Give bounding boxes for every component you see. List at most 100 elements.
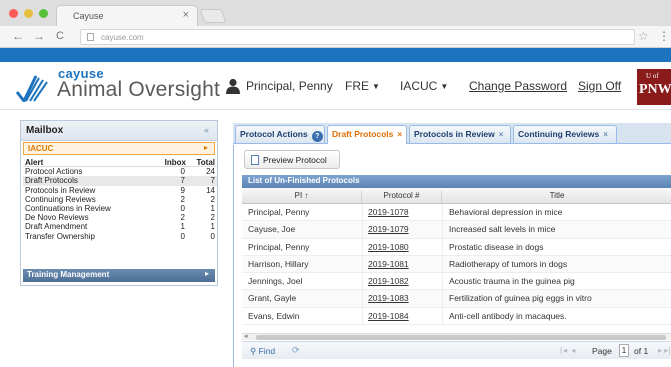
browser-tab-close-icon[interactable]: × [183,9,189,21]
alert-inbox: 2 [180,213,185,223]
university-logo-top: U of [646,72,659,80]
alert-table-header: Alert Inbox Total [23,158,217,168]
refresh-icon[interactable]: ⟳ [292,345,300,356]
training-management-label: Training Management [27,270,110,279]
pi-cell: Cayuse, Joe [248,224,296,235]
tab-close-icon[interactable]: × [397,130,402,139]
browser-menu-icon[interactable]: ⋮ [658,29,670,43]
tab-label: Protocol Actions [240,129,308,139]
pi-cell: Evans, Edwin [248,310,300,321]
scroll-left-icon[interactable]: ◂ [244,332,248,340]
minimize-window-button[interactable] [24,9,33,18]
page-icon [87,33,94,41]
alert-name: Protocol Actions [25,167,83,177]
grid-footer: ⚲ Find ⟳ |◂ ◂ Page 1 of 1 ▸ ▸| [242,341,671,359]
close-window-button[interactable] [9,9,18,18]
total-column-header: Total [196,158,215,167]
url-text: cayuse.com [101,33,144,42]
alert-inbox: 2 [180,194,185,204]
alert-name: Transfer Ownership [25,231,95,241]
table-row[interactable]: Jennings, Joel 2019-1082 Acoustic trauma… [242,273,671,291]
pager-first-prev-icon[interactable]: |◂ ◂ [560,346,576,355]
help-icon[interactable]: ? [311,131,323,142]
alert-total: 1 [210,203,215,213]
alert-row-draft-protocols[interactable]: Draft Protocols 7 7 [23,176,217,186]
preview-protocol-button[interactable]: Preview Protocol [244,150,340,169]
address-bar-row: ← → C cayuse.com ☆ ⋮ [0,26,671,48]
pi-cell: Principal, Penny [248,241,310,252]
pi-cell: Jennings, Joel [248,276,303,287]
scrollbar-thumb[interactable] [256,335,666,340]
protocol-column-header[interactable]: Protocol # [362,191,442,203]
mailbox-section-training[interactable]: Training Management ▸ [23,269,215,282]
browser-tab[interactable]: Cayuse × [56,5,198,26]
protocol-link[interactable]: 2019-1080 [368,239,409,256]
tab-protocol-actions[interactable]: Protocol Actions? [235,125,325,143]
fre-menu-label: FRE [345,79,369,93]
inbox-column-header: Inbox [164,158,186,167]
protocol-link[interactable]: 2019-1083 [368,290,409,307]
mailbox-section-iacuc[interactable]: IACUC ▸ [23,142,215,155]
horizontal-scrollbar[interactable]: ◂ [242,333,671,340]
title-cell: Prostatic disease in dogs [449,241,544,252]
iacuc-menu[interactable]: IACUC ▼ [400,79,448,93]
alert-table: Alert Inbox Total Protocol Actions 0 24 … [23,158,217,241]
table-row[interactable]: Principal, Penny 2019-1080 Prostatic dis… [242,238,671,256]
title-cell: Increased salt levels in mice [449,224,556,235]
table-row[interactable]: Cayuse, Joe 2019-1079 Increased salt lev… [242,221,671,239]
change-password-link[interactable]: Change Password [469,79,567,93]
alert-row-de-novo-reviews[interactable]: De Novo Reviews 2 2 [23,213,217,222]
new-tab-button[interactable] [199,9,227,23]
tab-continuing-reviews[interactable]: Continuing Reviews × [513,125,617,143]
pager-next-last-icon[interactable]: ▸ ▸| [658,346,670,355]
table-row[interactable]: Grant, Gayle 2019-1083 Fertilization of … [242,290,671,308]
user-name[interactable]: Principal, Penny [246,79,333,93]
mailbox-section-label: IACUC [28,144,54,153]
back-icon[interactable]: ← [12,29,24,43]
protocol-link[interactable]: 2019-1084 [368,308,409,325]
tab-close-icon[interactable]: × [499,130,504,139]
title-cell: Anti-cell antibody in macaques. [449,310,567,321]
table-row[interactable]: Harrison, Hillary 2019-1081 Radiotherapy… [242,255,671,274]
protocol-link[interactable]: 2019-1079 [368,221,409,238]
alert-row-transfer-ownership[interactable]: Transfer Ownership 0 0 [23,232,217,241]
url-input[interactable]: cayuse.com [80,29,635,45]
bookmark-star-icon[interactable]: ☆ [638,29,649,43]
maximize-window-button[interactable] [39,9,48,18]
reload-icon[interactable]: C [56,30,64,42]
alert-inbox: 1 [180,222,185,232]
tab-draft-protocols[interactable]: Draft Protocols × [327,125,407,144]
alert-row-protocol-actions[interactable]: Protocol Actions 0 24 [23,167,217,176]
alert-row-protocols-in-review[interactable]: Protocols in Review 9 14 [23,186,217,195]
alert-row-draft-amendment[interactable]: Draft Amendment 1 1 [23,222,217,231]
pi-cell: Harrison, Hillary [248,258,309,269]
find-label: Find [258,346,276,356]
alert-row-continuations-in-review[interactable]: Continuations in Review 0 1 [23,204,217,213]
alert-row-continuing-reviews[interactable]: Continuing Reviews 2 2 [23,195,217,204]
page-number-input[interactable]: 1 [619,344,629,357]
find-button[interactable]: ⚲ Find [250,346,275,357]
sign-off-link[interactable]: Sign Off [578,79,621,93]
collapse-icon[interactable]: « [204,125,209,135]
fre-menu[interactable]: FRE ▼ [345,79,380,93]
protocol-link[interactable]: 2019-1082 [368,273,409,290]
protocol-link[interactable]: 2019-1081 [368,256,409,273]
forward-icon[interactable]: → [33,29,45,43]
iacuc-menu-label: IACUC [400,79,438,93]
title-column-header[interactable]: Title [442,191,671,203]
mailbox-panel: Mailbox « IACUC ▸ Alert Inbox Total Prot… [20,120,218,286]
protocol-tabstrip: Protocol Actions? Draft Protocols × Proto… [233,123,671,144]
tab-protocols-in-review[interactable]: Protocols in Review × [409,125,511,143]
browser-tabbar: Cayuse × [0,0,671,26]
protocol-link[interactable]: 2019-1078 [368,204,409,221]
alert-inbox: 0 [180,203,185,213]
university-logo-text: PNW [639,82,671,97]
table-row[interactable]: Principal, Penny 2019-1078 Behavioral de… [242,204,671,222]
alert-total: 7 [210,176,215,186]
title-cell: Fertilization of guinea pig eggs in vitr… [449,293,592,304]
tab-close-icon[interactable]: × [603,130,608,139]
table-row[interactable]: Evans, Edwin 2019-1084 Anti-cell antibod… [242,307,671,326]
pi-column-header[interactable]: PI ↑ [242,191,362,203]
document-icon [251,155,259,165]
grid-header: PI ↑ Protocol # Title [242,188,671,204]
